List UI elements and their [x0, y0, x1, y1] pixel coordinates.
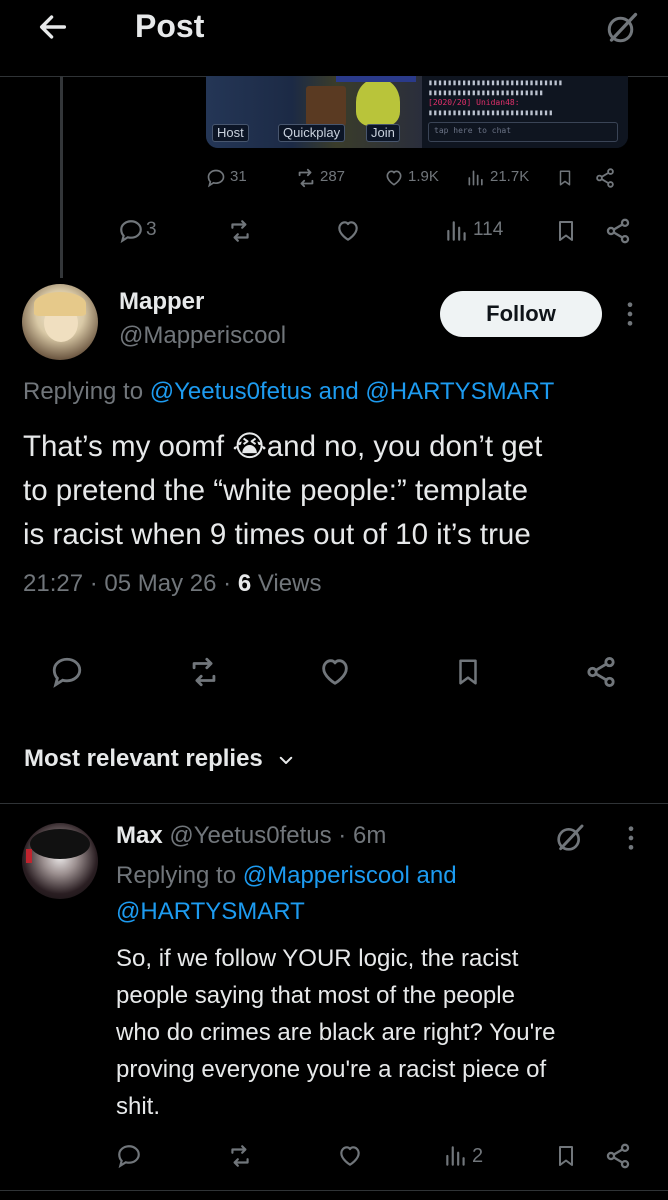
chat-line: [2020/20] Unidan48: — [428, 98, 520, 107]
replying-to-users-cont[interactable]: @HARTYSMART — [116, 898, 305, 926]
parent-reply-count: 3 — [146, 219, 157, 240]
share-icon[interactable] — [594, 167, 616, 189]
share-icon[interactable] — [604, 1142, 632, 1170]
bookmark-icon[interactable] — [453, 655, 483, 689]
divider — [0, 803, 668, 804]
quote-view-count: 21.7K — [490, 168, 530, 185]
replies-sort-dropdown[interactable]: Most relevant replies — [24, 745, 295, 773]
grok-icon[interactable] — [554, 822, 586, 854]
quoted-media-image[interactable]: ▮▮▮▮▮▮▮▮▮▮▮▮▮▮▮▮▮▮▮▮▮▮▮▮▮▮▮▮ ▮▮▮▮▮▮▮▮▮▮▮… — [206, 76, 628, 148]
reply-icon[interactable] — [116, 1143, 142, 1169]
replying-to-label: Replying to — [23, 378, 144, 405]
chat-placeholder: tap here to chat — [434, 126, 512, 135]
bookmark-icon[interactable] — [554, 1143, 578, 1169]
repost-icon[interactable] — [186, 655, 222, 689]
replying-to-label: Replying to — [116, 862, 237, 889]
like-icon[interactable] — [318, 655, 352, 689]
quote-repost-count: 287 — [320, 168, 346, 185]
quote-reply-count: 31 — [230, 168, 247, 185]
post-views-label: Views — [257, 570, 322, 597]
post-meta: 21:27 · 05 May 26 · 6 Views — [23, 570, 322, 597]
quote-like-count: 1.9K — [408, 168, 439, 185]
repost-icon[interactable] — [226, 218, 254, 244]
views-icon[interactable] — [443, 1143, 469, 1169]
join-button: Join — [366, 124, 400, 142]
bookmark-icon[interactable] — [554, 218, 578, 244]
like-icon[interactable] — [334, 218, 362, 244]
page-title: Post — [135, 8, 205, 44]
views-icon[interactable] — [466, 168, 486, 188]
follow-button[interactable]: Follow — [440, 291, 602, 337]
avatar[interactable] — [22, 284, 98, 360]
replying-to-users[interactable]: @Mapperiscool and — [243, 862, 457, 889]
views-icon[interactable] — [444, 218, 470, 244]
reply-icon[interactable] — [50, 655, 84, 689]
host-button: Host — [212, 124, 249, 142]
chevron-down-icon — [280, 756, 293, 764]
share-icon[interactable] — [604, 217, 632, 245]
reply-author-handle[interactable]: @Yeetus0fetus — [169, 822, 331, 849]
author-name[interactable]: Mapper — [119, 288, 204, 316]
repost-icon[interactable] — [294, 167, 318, 189]
author-handle[interactable]: @Mapperiscool — [119, 322, 286, 350]
share-icon[interactable] — [584, 655, 618, 689]
post-time: 21:27 — [23, 570, 84, 597]
reply-replying-to: Replying to @Mapperiscool and — [116, 862, 457, 890]
grok-icon[interactable] — [604, 10, 640, 46]
back-arrow-icon[interactable] — [36, 10, 70, 44]
more-options-icon[interactable] — [624, 300, 636, 328]
thread-line — [60, 76, 63, 278]
quickplay-button: Quickplay — [278, 124, 346, 142]
reply-text: So, if we follow YOUR logic, the racist … — [116, 945, 556, 1120]
reply-view-count: 2 — [472, 1145, 484, 1167]
divider — [0, 1190, 668, 1191]
reply-age: 6m — [352, 822, 387, 849]
post-view-count: 6 — [237, 570, 252, 597]
bookmark-icon[interactable] — [556, 168, 574, 188]
like-icon[interactable] — [336, 1143, 364, 1169]
post-date: 05 May 26 — [104, 570, 217, 597]
top-bar: Post — [0, 0, 668, 77]
repost-icon[interactable] — [226, 1143, 254, 1169]
like-icon[interactable] — [384, 168, 404, 188]
game-chat-panel: ▮▮▮▮▮▮▮▮▮▮▮▮▮▮▮▮▮▮▮▮▮▮▮▮▮▮▮▮ ▮▮▮▮▮▮▮▮▮▮▮… — [422, 76, 628, 148]
reply-header: Max @Yeetus0fetus · 6m — [116, 822, 387, 849]
reply-icon[interactable] — [118, 218, 144, 244]
replies-sort-label: Most relevant replies — [24, 745, 263, 772]
reply-author-name[interactable]: Max — [116, 822, 163, 849]
reply-icon[interactable] — [206, 168, 226, 188]
post-text: That’s my oomf 😭and no, you don’t get to… — [23, 430, 543, 551]
avatar[interactable] — [22, 823, 98, 899]
more-options-icon[interactable] — [625, 824, 637, 852]
replying-to-users[interactable]: @Yeetus0fetus and @HARTYSMART — [150, 378, 554, 405]
parent-view-count: 114 — [473, 219, 504, 240]
replying-to: Replying to @Yeetus0fetus and @HARTYSMAR… — [23, 378, 554, 406]
